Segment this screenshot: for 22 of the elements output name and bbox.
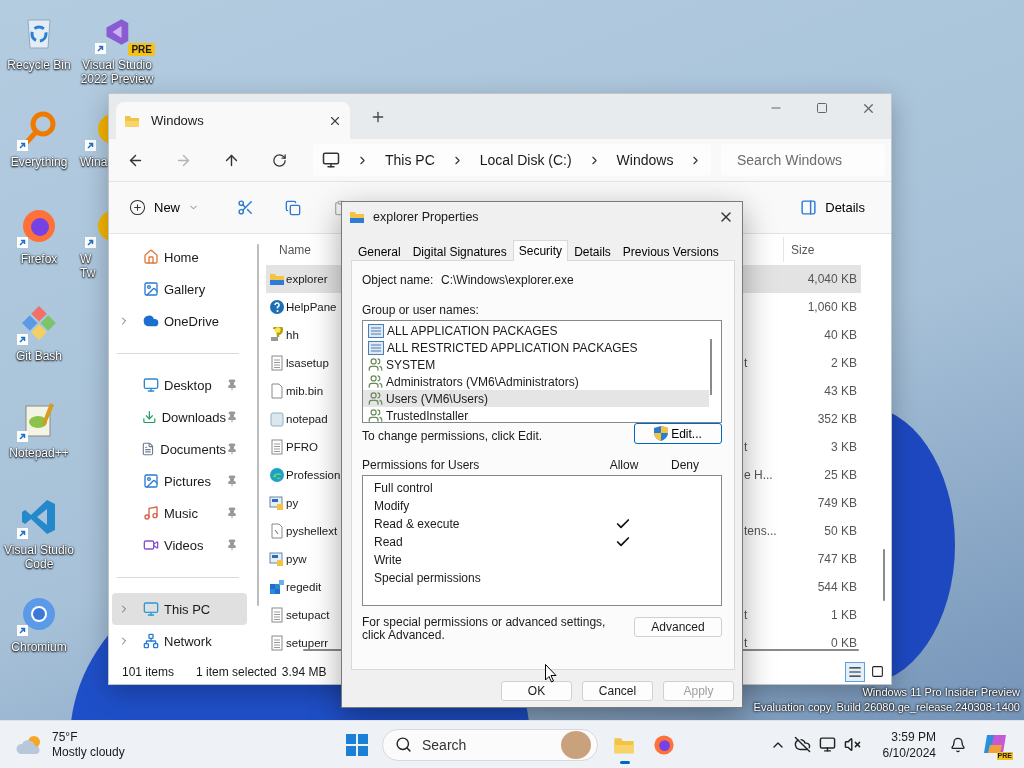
permission-name: Read & execute [374,517,461,531]
permission-name: Full control [374,481,434,495]
permission-name: Modify [374,499,411,513]
change-permissions-hint: To change permissions, click Edit. [362,429,543,443]
dialog-title: explorer Properties [373,210,479,224]
permission-name: Write [374,553,403,567]
allow-column-header: Allow [608,458,640,472]
groups-label: Group or user names: [362,303,480,317]
permissions-label: Permissions for Users [362,458,481,472]
permission-name: Special permissions [374,571,482,585]
object-name-label: Object name: [362,272,435,287]
tab-title: Windows [151,113,205,128]
selection-size: 3.94 MB [281,664,327,679]
selection-count: 1 item selected [196,664,277,679]
item-count: 101 items [122,664,175,679]
object-name-value: C:\Windows\explorer.exe [441,272,574,287]
deny-column-header: Deny [670,458,700,472]
os-watermark-line: Windows 11 Pro Insider Preview [862,685,1020,700]
preview-badge: PRE [128,43,155,56]
advanced-hint: For special permissions or advanced settings, click Advanced. [362,616,607,642]
os-watermark-line: Evaluation copy. Build 26080.ge_release.240308-1400 [753,700,1020,715]
permission-name: Read [374,535,404,549]
